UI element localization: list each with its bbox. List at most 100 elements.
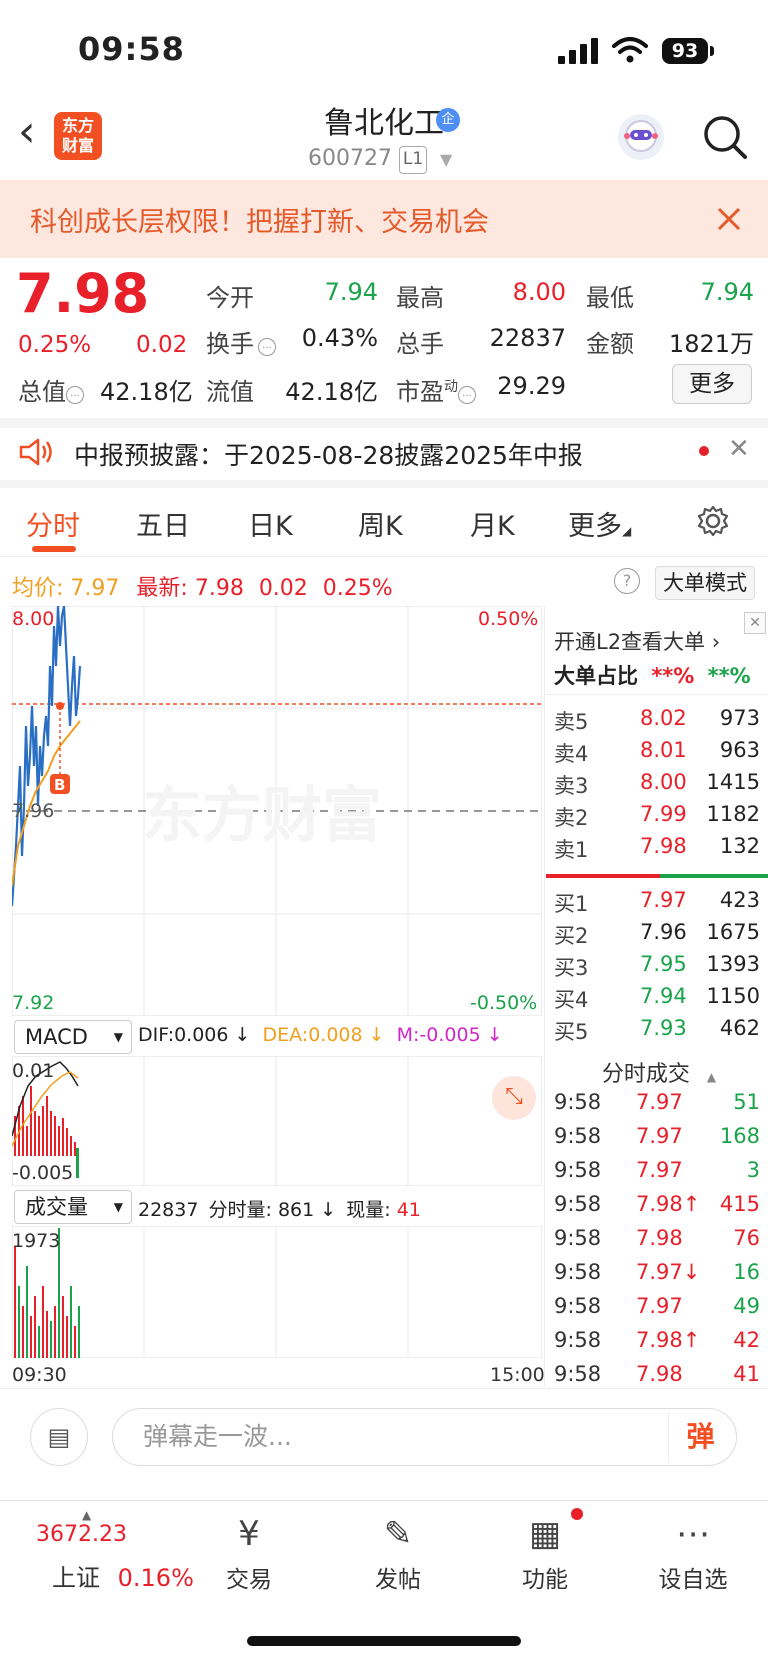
tick-trades-header[interactable]: 分时成交 ▲ (554, 1056, 764, 1088)
float-cap-value: 42.18亿 (285, 378, 378, 406)
tab-more-label: 更多 (568, 511, 622, 542)
danmu-input[interactable]: 弹幕走一波... (112, 1408, 737, 1466)
more-quote-button[interactable]: 更多 (672, 364, 752, 404)
tick-price: 7.97 (636, 1124, 683, 1148)
turnover-label: 换手… (206, 324, 276, 359)
bid-price: 7.93 (640, 1016, 687, 1040)
speaker-icon (19, 438, 52, 466)
tab-five-day[interactable]: 五日 (136, 504, 190, 543)
tab-day-k[interactable]: 日K (248, 504, 293, 543)
bid-qty: 1150 (706, 984, 760, 1008)
robot-assistant-icon[interactable] (618, 114, 664, 160)
index-value[interactable]: 3672.23 (36, 1522, 127, 1547)
chevron-down-icon[interactable]: ▼ (440, 150, 452, 169)
open-value: 7.94 (324, 278, 378, 306)
orderbook-divider (546, 694, 768, 695)
info-icon[interactable]: … (66, 386, 84, 404)
volume-total: 22837 (138, 1199, 199, 1221)
banner-close-icon[interactable] (716, 206, 742, 232)
ask-row[interactable]: 卖2 7.99 1182 (554, 802, 760, 834)
stock-code[interactable]: 600727 (308, 146, 392, 171)
avg-label: 均价: (12, 576, 64, 601)
tick-row: 9:58 7.98↑ 42 (554, 1328, 760, 1360)
index-name: 上证 (52, 1564, 100, 1592)
macd-top-label: 0.01 (12, 1060, 55, 1082)
notes-icon[interactable]: ▤ (30, 1408, 88, 1466)
pe-label-text: 市盈 (396, 378, 444, 406)
l2-promo-link[interactable]: 开通L2查看大单 › (554, 626, 720, 656)
tick-time: 9:58 (554, 1362, 602, 1386)
nav-trade[interactable]: ¥ 交易 (194, 1512, 304, 1594)
open-label: 今开 (206, 284, 254, 312)
nav-functions[interactable]: ▦ 功能 (490, 1512, 600, 1594)
bid-label: 买4 (554, 988, 589, 1012)
tick-volume: 168 (719, 1124, 760, 1148)
danmu-button[interactable]: 弹 (668, 1412, 732, 1462)
chevron-up-icon: ▲ (706, 1070, 717, 1084)
fenshi-volume-value: 861 ↓ (277, 1199, 337, 1221)
ask-row[interactable]: 卖5 8.02 973 (554, 706, 760, 738)
expand-chart-icon[interactable]: ⤡ (492, 1076, 536, 1120)
bid-row[interactable]: 买2 7.96 1675 (554, 920, 760, 952)
bid-label: 买2 (554, 924, 589, 948)
ask-row[interactable]: 卖1 7.98 132 (554, 834, 760, 866)
bid-price: 7.96 (640, 920, 687, 944)
level-badge[interactable]: L1 (399, 146, 427, 174)
big-order-mode-button[interactable]: 大单模式 (655, 566, 755, 600)
tab-fenshi[interactable]: 分时 (26, 504, 80, 543)
search-icon[interactable] (702, 114, 748, 160)
bid-label: 买5 (554, 1020, 589, 1044)
tick-time: 9:58 (554, 1192, 602, 1216)
settings-gear-icon[interactable] (696, 504, 730, 538)
volume-value: 22837 (489, 324, 566, 352)
big-order-ratio-label: 大单占比 (554, 664, 638, 688)
index-quote[interactable]: 上证 0.16% (52, 1558, 194, 1593)
home-indicator (247, 1636, 521, 1646)
tick-row: 9:58 7.97 51 (554, 1090, 760, 1122)
macd-m: M:-0.005 ↓ (396, 1024, 503, 1046)
info-icon[interactable]: … (258, 338, 276, 356)
notice-text[interactable]: 中报预披露：于2025-08-28披露2025年中报 (74, 436, 583, 472)
bid-row[interactable]: 买1 7.97 423 (554, 888, 760, 920)
notice-close-icon[interactable]: ✕ (728, 434, 750, 464)
tabs-divider (0, 556, 768, 557)
tick-time: 9:58 (554, 1090, 602, 1114)
tick-row: 9:58 7.97 49 (554, 1294, 760, 1326)
help-icon[interactable]: ? (614, 568, 640, 594)
fenshi-volume-label: 分时量: (208, 1199, 272, 1221)
ask-label: 卖4 (554, 742, 589, 766)
bid-ask-ratio-bar-green (660, 874, 768, 878)
volume-indicator-select[interactable]: 成交量 ▼ (14, 1190, 132, 1224)
nav-post[interactable]: ✎ 发帖 (343, 1512, 453, 1594)
intraday-price-chart[interactable]: 东方财富 B (12, 606, 542, 1016)
tab-week-k[interactable]: 周K (358, 504, 403, 543)
macd-values: DIF:0.006 ↓ DEA:0.008 ↓ M:-0.005 ↓ (138, 1024, 503, 1046)
info-icon[interactable]: … (458, 386, 476, 404)
time-start-label: 09:30 (12, 1364, 67, 1386)
bid-row[interactable]: 买3 7.95 1393 (554, 952, 760, 984)
avg-value: 7.97 (70, 576, 120, 601)
signal-icon (558, 38, 598, 64)
high-label: 最高 (396, 284, 444, 312)
ask-qty: 1182 (706, 802, 760, 826)
nav-add-watchlist[interactable]: ⋯ 设自选 (638, 1512, 748, 1594)
macd-select-label: MACD (25, 1025, 88, 1049)
bid-label: 买3 (554, 956, 589, 980)
bid-row[interactable]: 买5 7.93 462 (554, 1016, 760, 1048)
pe-label: 市盈动… (396, 372, 476, 407)
buy-marker-label: B (54, 776, 65, 794)
latest-value: 7.98 (194, 576, 244, 601)
ask-row[interactable]: 卖3 8.00 1415 (554, 770, 760, 802)
tab-more[interactable]: 更多◢ (568, 504, 631, 543)
dropdown-icon: ◢ (622, 524, 632, 538)
avg-latest-line: 均价: 7.97 最新: 7.98 0.02 0.25% (12, 570, 393, 602)
tick-trades-title: 分时成交 (601, 1062, 690, 1087)
y-axis-top-label: 8.00 (12, 608, 55, 630)
macd-indicator-select[interactable]: MACD ▼ (14, 1020, 132, 1054)
tick-volume: 76 (733, 1226, 760, 1250)
bid-row[interactable]: 买4 7.94 1150 (554, 984, 760, 1016)
ask-row[interactable]: 卖4 8.01 963 (554, 738, 760, 770)
tick-row: 9:58 7.98 76 (554, 1226, 760, 1258)
tab-month-k[interactable]: 月K (470, 504, 515, 543)
orderbook-close-icon[interactable]: ✕ (744, 612, 766, 634)
